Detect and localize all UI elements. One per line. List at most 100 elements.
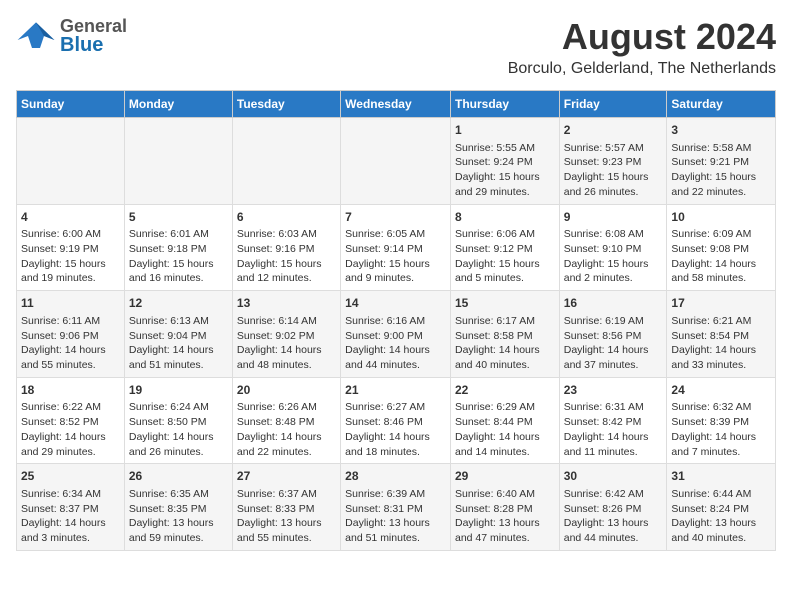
page-header: General Blue August 2024 Borculo, Gelder… xyxy=(16,16,776,78)
day-number: 5 xyxy=(129,209,228,226)
day-info: Sunrise: 6:37 AMSunset: 8:33 PMDaylight:… xyxy=(237,487,336,546)
day-number: 1 xyxy=(455,122,555,139)
calendar-cell: 27 Sunrise: 6:37 AMSunset: 8:33 PMDayligh… xyxy=(232,464,340,551)
calendar-cell: 20Sunrise: 6:26 AMSunset: 8:48 PMDayligh… xyxy=(232,377,340,464)
day-number: 30 xyxy=(564,468,663,485)
logo: General Blue xyxy=(16,16,127,56)
day-info: Sunrise: 6:08 AMSunset: 9:10 PMDaylight:… xyxy=(564,227,663,286)
calendar-cell: 12 Sunrise: 6:13 AMSunset: 9:04 PMDayligh… xyxy=(124,291,232,378)
calendar-week-row: 4Sunrise: 6:00 AMSunset: 9:19 PMDaylight… xyxy=(17,204,776,291)
calendar-cell: 24Sunrise: 6:32 AMSunset: 8:39 PMDayligh… xyxy=(667,377,776,464)
day-info: Sunrise: 6:27 AMSunset: 8:46 PMDaylight:… xyxy=(345,400,446,459)
calendar-cell: 6Sunrise: 6:03 AMSunset: 9:16 PMDaylight… xyxy=(232,204,340,291)
day-info: Sunrise: 6:16 AMSunset: 9:00 PMDaylight:… xyxy=(345,314,446,373)
calendar-cell: 16 Sunrise: 6:19 AMSunset: 8:56 PMDayligh… xyxy=(559,291,667,378)
day-number: 23 xyxy=(564,382,663,399)
day-number: 31 xyxy=(671,468,771,485)
day-info: Sunrise: 5:57 AMSunset: 9:23 PMDaylight:… xyxy=(564,141,663,200)
calendar-cell: 14Sunrise: 6:16 AMSunset: 9:00 PMDayligh… xyxy=(341,291,451,378)
calendar-week-row: 18Sunrise: 6:22 AMSunset: 8:52 PMDayligh… xyxy=(17,377,776,464)
day-info: Sunrise: 6:00 AMSunset: 9:19 PMDaylight:… xyxy=(21,227,120,286)
day-info: Sunrise: 6:34 AMSunset: 8:37 PMDaylight:… xyxy=(21,487,120,546)
day-info: Sunrise: 6:13 AMSunset: 9:04 PMDaylight:… xyxy=(129,314,228,373)
day-info: Sunrise: 6:21 AMSunset: 8:54 PMDaylight:… xyxy=(671,314,771,373)
day-info: Sunrise: 6:03 AMSunset: 9:16 PMDaylight:… xyxy=(237,227,336,286)
day-number: 25 xyxy=(21,468,120,485)
weekday-header: Friday xyxy=(559,91,667,118)
calendar-cell: 10Sunrise: 6:09 AMSunset: 9:08 PMDayligh… xyxy=(667,204,776,291)
calendar-cell: 21Sunrise: 6:27 AMSunset: 8:46 PMDayligh… xyxy=(341,377,451,464)
day-number: 11 xyxy=(21,295,120,312)
calendar-cell: 7Sunrise: 6:05 AMSunset: 9:14 PMDaylight… xyxy=(341,204,451,291)
day-number: 6 xyxy=(237,209,336,226)
day-number: 27 xyxy=(237,468,336,485)
title-area: August 2024 Borculo, Gelderland, The Net… xyxy=(508,16,776,78)
day-info: Sunrise: 6:42 AMSunset: 8:26 PMDaylight:… xyxy=(564,487,663,546)
day-info: Sunrise: 6:32 AMSunset: 8:39 PMDaylight:… xyxy=(671,400,771,459)
day-number: 13 xyxy=(237,295,336,312)
day-number: 28 xyxy=(345,468,446,485)
weekday-header: Tuesday xyxy=(232,91,340,118)
calendar-cell: 25 Sunrise: 6:34 AMSunset: 8:37 PMDayligh… xyxy=(17,464,125,551)
calendar-cell xyxy=(232,118,340,205)
logo-icon xyxy=(16,16,56,56)
day-number: 16 xyxy=(564,295,663,312)
calendar-cell: 1 Sunrise: 5:55 AMSunset: 9:24 PMDaylight… xyxy=(450,118,559,205)
day-number: 19 xyxy=(129,382,228,399)
day-number: 2 xyxy=(564,122,663,139)
calendar-week-row: 1 Sunrise: 5:55 AMSunset: 9:24 PMDaylight… xyxy=(17,118,776,205)
calendar-cell: 2 Sunrise: 5:57 AMSunset: 9:23 PMDaylight… xyxy=(559,118,667,205)
calendar-body: 1 Sunrise: 5:55 AMSunset: 9:24 PMDaylight… xyxy=(17,118,776,551)
calendar-table: SundayMondayTuesdayWednesdayThursdayFrid… xyxy=(16,90,776,551)
calendar-cell xyxy=(341,118,451,205)
calendar-cell: 29 Sunrise: 6:40 AMSunset: 8:28 PMDayligh… xyxy=(450,464,559,551)
calendar-cell: 28 Sunrise: 6:39 AMSunset: 8:31 PMDayligh… xyxy=(341,464,451,551)
day-info: Sunrise: 6:14 AMSunset: 9:02 PMDaylight:… xyxy=(237,314,336,373)
weekday-header: Saturday xyxy=(667,91,776,118)
day-info: Sunrise: 6:11 AMSunset: 9:06 PMDaylight:… xyxy=(21,314,120,373)
day-info: Sunrise: 6:35 AMSunset: 8:35 PMDaylight:… xyxy=(129,487,228,546)
weekday-header: Monday xyxy=(124,91,232,118)
day-number: 24 xyxy=(671,382,771,399)
calendar-cell: 18Sunrise: 6:22 AMSunset: 8:52 PMDayligh… xyxy=(17,377,125,464)
calendar-cell: 15 Sunrise: 6:17 AMSunset: 8:58 PMDayligh… xyxy=(450,291,559,378)
calendar-cell: 8Sunrise: 6:06 AMSunset: 9:12 PMDaylight… xyxy=(450,204,559,291)
day-number: 18 xyxy=(21,382,120,399)
logo-blue-text: Blue xyxy=(60,35,127,55)
day-number: 15 xyxy=(455,295,555,312)
day-info: Sunrise: 6:19 AMSunset: 8:56 PMDaylight:… xyxy=(564,314,663,373)
day-info: Sunrise: 6:17 AMSunset: 8:58 PMDaylight:… xyxy=(455,314,555,373)
day-number: 10 xyxy=(671,209,771,226)
day-number: 9 xyxy=(564,209,663,226)
day-info: Sunrise: 5:55 AMSunset: 9:24 PMDaylight:… xyxy=(455,141,555,200)
day-number: 7 xyxy=(345,209,446,226)
day-number: 8 xyxy=(455,209,555,226)
day-info: Sunrise: 6:06 AMSunset: 9:12 PMDaylight:… xyxy=(455,227,555,286)
day-info: Sunrise: 6:26 AMSunset: 8:48 PMDaylight:… xyxy=(237,400,336,459)
day-info: Sunrise: 6:29 AMSunset: 8:44 PMDaylight:… xyxy=(455,400,555,459)
calendar-cell: 17Sunrise: 6:21 AMSunset: 8:54 PMDayligh… xyxy=(667,291,776,378)
day-info: Sunrise: 6:09 AMSunset: 9:08 PMDaylight:… xyxy=(671,227,771,286)
day-number: 26 xyxy=(129,468,228,485)
day-info: Sunrise: 6:39 AMSunset: 8:31 PMDaylight:… xyxy=(345,487,446,546)
day-info: Sunrise: 6:22 AMSunset: 8:52 PMDaylight:… xyxy=(21,400,120,459)
day-number: 12 xyxy=(129,295,228,312)
calendar-cell: 31 Sunrise: 6:44 AMSunset: 8:24 PMDayligh… xyxy=(667,464,776,551)
weekday-header: Sunday xyxy=(17,91,125,118)
location-title: Borculo, Gelderland, The Netherlands xyxy=(508,60,776,78)
logo-text: General Blue xyxy=(60,17,127,55)
day-number: 21 xyxy=(345,382,446,399)
calendar-cell: 30 Sunrise: 6:42 AMSunset: 8:26 PMDayligh… xyxy=(559,464,667,551)
calendar-cell: 9Sunrise: 6:08 AMSunset: 9:10 PMDaylight… xyxy=(559,204,667,291)
calendar-week-row: 25 Sunrise: 6:34 AMSunset: 8:37 PMDayligh… xyxy=(17,464,776,551)
calendar-cell: 19Sunrise: 6:24 AMSunset: 8:50 PMDayligh… xyxy=(124,377,232,464)
calendar-header: SundayMondayTuesdayWednesdayThursdayFrid… xyxy=(17,91,776,118)
day-number: 29 xyxy=(455,468,555,485)
logo-general-text: General xyxy=(60,17,127,35)
day-info: Sunrise: 6:40 AMSunset: 8:28 PMDaylight:… xyxy=(455,487,555,546)
day-info: Sunrise: 6:44 AMSunset: 8:24 PMDaylight:… xyxy=(671,487,771,546)
calendar-cell xyxy=(124,118,232,205)
calendar-cell: 22Sunrise: 6:29 AMSunset: 8:44 PMDayligh… xyxy=(450,377,559,464)
weekday-header: Thursday xyxy=(450,91,559,118)
month-title: August 2024 xyxy=(508,16,776,58)
